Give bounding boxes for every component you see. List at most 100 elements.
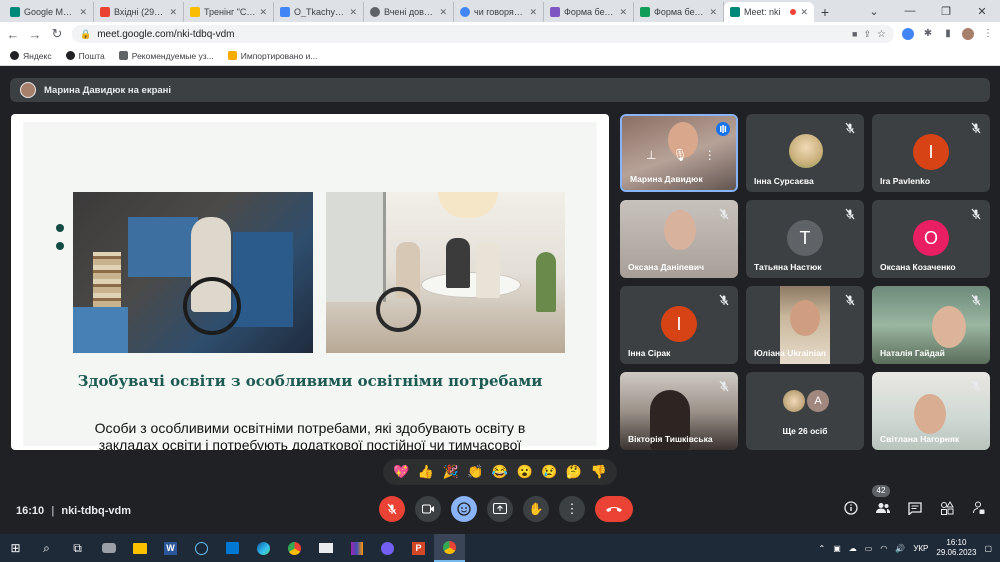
back-arrow-icon[interactable]: ← — [6, 27, 20, 42]
participant-tile[interactable]: Юліана Ukrainian — [746, 286, 864, 364]
close-icon[interactable]: ✕ — [349, 7, 357, 18]
mic-icon[interactable]: 🎙 — [672, 148, 687, 162]
close-icon[interactable]: ✕ — [79, 7, 87, 18]
browser-tab[interactable]: O_Tkachyshyn✕ — [274, 2, 364, 22]
people-button[interactable]: 42 — [872, 485, 892, 517]
chrome-active-icon[interactable] — [434, 534, 465, 562]
close-icon[interactable]: ✕ — [529, 7, 537, 18]
taskbar-clock[interactable]: 16:10 29.06.2023 — [936, 538, 976, 558]
weather-icon[interactable] — [93, 534, 124, 562]
browser-tab[interactable]: Тренінг "Секр ✕ — [184, 2, 274, 22]
reaction-thinking-icon[interactable]: 🤔 — [566, 464, 582, 480]
close-icon[interactable]: ✕ — [709, 7, 717, 18]
reload-icon[interactable]: ↻ — [50, 26, 64, 42]
edge-icon[interactable] — [248, 534, 279, 562]
reaction-heart-icon[interactable]: 💖 — [393, 464, 409, 480]
effects-button[interactable] — [451, 496, 477, 522]
chevron-up-icon[interactable]: ⌃ — [819, 544, 826, 553]
app-tray-icon[interactable]: ▣ — [833, 544, 841, 553]
browser-tab[interactable]: Вчені довели ✕ — [364, 2, 454, 22]
reaction-clap-icon[interactable]: 👏 — [467, 464, 483, 480]
viber-icon[interactable] — [372, 534, 403, 562]
steam-icon[interactable] — [186, 534, 217, 562]
browser-tab[interactable]: Форма без на ✕ — [544, 2, 634, 22]
reaction-thumbs-up-icon[interactable]: 👍 — [418, 464, 434, 480]
winrar-icon[interactable] — [341, 534, 372, 562]
menu-dots-icon[interactable]: ⋮ — [982, 28, 994, 40]
windows-start-icon[interactable]: ⊞ — [0, 534, 31, 562]
participant-tile[interactable]: T Татьяна Настюк — [746, 200, 864, 278]
raise-hand-button[interactable]: ✋ — [523, 496, 549, 522]
reaction-thumbs-down-icon[interactable]: 👎 — [590, 464, 606, 480]
close-window-icon[interactable]: ✕ — [964, 0, 1000, 22]
minimize-icon[interactable]: — — [892, 0, 928, 22]
bookmark-item[interactable]: Пошта — [65, 51, 105, 61]
restore-icon[interactable]: ❐ — [928, 0, 964, 22]
cloud-icon[interactable]: ☁ — [849, 544, 857, 553]
participant-tile[interactable]: ⊥ 🎙 ⋮ Марина Давидюк — [620, 114, 738, 192]
more-participants-tile[interactable]: A Ще 26 осіб — [746, 372, 864, 450]
word-icon[interactable]: W — [155, 534, 186, 562]
participant-tile[interactable]: Вікторія Тишківська — [620, 372, 738, 450]
bookmark-item[interactable]: Рекомендуемые уз... — [118, 51, 214, 61]
wifi-icon[interactable]: ◠ — [880, 544, 887, 553]
bookmark-item[interactable]: Яндекс — [10, 51, 52, 61]
star-icon[interactable]: ☆ — [877, 29, 886, 40]
url-field[interactable]: 🔒 meet.google.com/nki-tdbq-vdm ■ ⇪ ☆ — [72, 25, 894, 43]
forward-arrow-icon[interactable]: → — [28, 27, 42, 42]
task-view-icon[interactable]: ⧉ — [62, 534, 93, 562]
reaction-sad-icon[interactable]: 😢 — [541, 464, 557, 480]
activities-button[interactable] — [938, 499, 956, 517]
camera-icon[interactable]: ■ — [852, 29, 857, 39]
toggle-mic-button[interactable] — [379, 496, 405, 522]
chat-button[interactable] — [906, 499, 924, 517]
reaction-laugh-icon[interactable]: 😂 — [492, 464, 508, 480]
mail-icon[interactable] — [310, 534, 341, 562]
browser-tab[interactable]: Форма без на ✕ — [634, 2, 724, 22]
volume-icon[interactable]: 🔊 — [895, 544, 905, 553]
participant-tile[interactable]: Світлана Нагорняк — [872, 372, 990, 450]
browser-tab[interactable]: Google Meet ✕ — [4, 2, 94, 22]
browser-tab-active[interactable]: Meet: nki ✕ — [724, 2, 814, 22]
toggle-camera-button[interactable] — [415, 496, 441, 522]
close-icon[interactable]: ✕ — [259, 7, 267, 18]
meeting-details-button[interactable] — [842, 499, 860, 517]
leave-call-button[interactable] — [595, 496, 633, 522]
more-options-button[interactable]: ⋮ — [559, 496, 585, 522]
chrome-icon[interactable] — [279, 534, 310, 562]
mic-off-icon — [971, 208, 981, 220]
notifications-icon[interactable]: ▢ — [984, 544, 992, 553]
participant-tile[interactable]: I Ira Pavlenko — [872, 114, 990, 192]
store-icon[interactable] — [217, 534, 248, 562]
participant-tile[interactable]: I Інна Сірак — [620, 286, 738, 364]
sidebar-icon[interactable]: ▮ — [942, 28, 954, 40]
more-options-icon[interactable]: ⋮ — [704, 148, 716, 162]
reaction-surprised-icon[interactable]: 😮 — [517, 464, 533, 480]
share-icon[interactable]: ⇪ — [863, 29, 871, 40]
bookmark-folder[interactable]: Импортировано и... — [227, 51, 317, 61]
close-icon[interactable]: ✕ — [169, 7, 177, 18]
powerpoint-icon[interactable]: P — [403, 534, 434, 562]
file-explorer-icon[interactable] — [124, 534, 155, 562]
host-controls-button[interactable] — [970, 499, 988, 517]
monitor-icon[interactable]: ▭ — [865, 544, 873, 553]
puzzle-icon[interactable]: ✱ — [922, 28, 934, 40]
new-tab-button[interactable]: + — [814, 2, 836, 22]
search-icon[interactable]: ⌕ — [31, 534, 62, 562]
chevron-down-icon[interactable]: ⌄ — [856, 0, 892, 22]
close-icon[interactable]: ✕ — [439, 7, 447, 18]
reaction-party-icon[interactable]: 🎉 — [443, 464, 459, 480]
participant-tile[interactable]: Наталія Гайдай — [872, 286, 990, 364]
close-icon[interactable]: ✕ — [800, 7, 808, 18]
present-screen-button[interactable] — [487, 496, 513, 522]
profile-avatar[interactable] — [962, 28, 974, 40]
participant-tile[interactable]: Оксана Даніпевич — [620, 200, 738, 278]
participant-tile[interactable]: Інна Сурсаєва — [746, 114, 864, 192]
browser-tab[interactable]: чи говорять з ✕ — [454, 2, 544, 22]
extension-icon[interactable] — [902, 28, 914, 40]
participant-tile[interactable]: O Оксана Козаченко — [872, 200, 990, 278]
language-indicator[interactable]: УКР — [913, 544, 928, 553]
close-icon[interactable]: ✕ — [619, 7, 627, 18]
browser-tab[interactable]: Вхідні (29) - su✕ — [94, 2, 184, 22]
pin-icon[interactable]: ⊥ — [646, 148, 656, 162]
